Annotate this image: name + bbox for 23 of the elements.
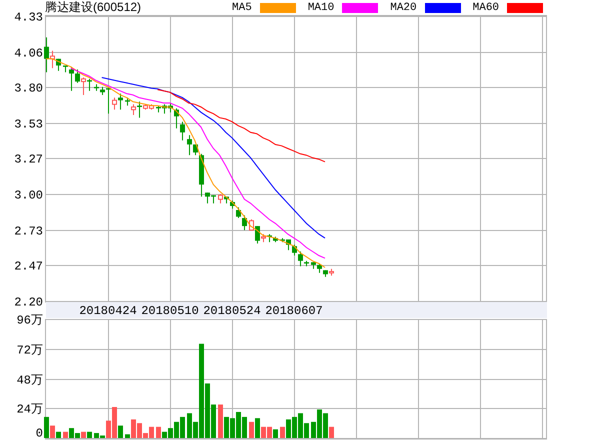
axis-label: 4.06 [14,46,43,60]
axis-label: 3.80 [14,82,43,96]
axis-label: 2.20 [14,296,43,310]
legend-label: MA60 [472,2,500,14]
axis-label: 20180607 [265,304,323,318]
axis-label: 4.33 [14,10,43,24]
chart-title: 腾达建设(600512) [45,0,142,16]
axis-label: 20180524 [203,304,261,318]
axis-label: 3.53 [14,118,43,132]
axis-label: 2.73 [14,224,43,238]
legend-label: MA20 [390,2,417,14]
legend-label: MA5 [232,2,252,14]
axis-label: 48万 [16,374,43,388]
legend-label: MA10 [308,2,334,14]
axis-label: 3.27 [14,152,43,166]
axis-label: 0 [36,426,43,440]
axis-label: 20180424 [79,304,137,318]
axis-label: 96万 [16,314,43,328]
axis-label: 3.00 [14,188,43,202]
axis-label: 72万 [16,344,43,358]
axis-label: 2.47 [14,260,43,274]
axis-label: 24万 [16,402,43,416]
axis-label: 20180510 [141,304,199,318]
